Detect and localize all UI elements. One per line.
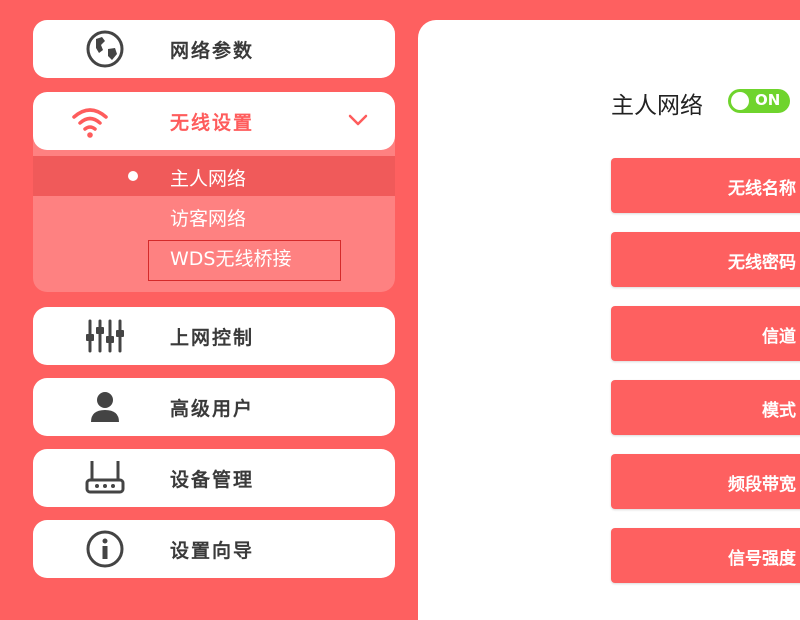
menu-advanced-users[interactable]: 高级用户 [33, 378, 395, 436]
sliders-icon [83, 314, 127, 358]
field-signal-strength[interactable]: 信号强度 [611, 528, 800, 583]
field-signal-strength-label: 信号强度 [728, 549, 796, 569]
toggle-label: ON [755, 91, 781, 109]
menu-network-params-label: 网络参数 [170, 40, 255, 62]
user-icon [83, 385, 127, 429]
field-channel[interactable]: 信道 [611, 306, 800, 361]
menu-device-management-label: 设备管理 [170, 469, 255, 491]
host-network-toggle[interactable]: ON [728, 89, 790, 113]
submenu-host-network[interactable]: 主人网络 [33, 156, 395, 196]
field-bandwidth-label: 频段带宽 [728, 475, 796, 495]
active-dot-icon [128, 171, 138, 181]
field-bandwidth[interactable]: 频段带宽 [611, 454, 800, 509]
field-wireless-password[interactable]: 无线密码 [611, 232, 800, 287]
chevron-down-icon[interactable] [347, 109, 369, 135]
submenu-host-network-label: 主人网络 [170, 168, 247, 190]
main-panel: 主人网络 ON 无线名称 无线密码 信道 模式 频段带宽 信号强度 [418, 20, 800, 620]
field-channel-label: 信道 [762, 327, 796, 347]
menu-setup-wizard-label: 设置向导 [170, 540, 255, 562]
menu-device-management[interactable]: 设备管理 [33, 449, 395, 507]
page-title: 主人网络 [611, 93, 703, 119]
menu-internet-control-label: 上网控制 [170, 327, 255, 349]
submenu-guest-network-label: 访客网络 [170, 208, 247, 230]
toggle-knob [731, 92, 749, 110]
menu-setup-wizard[interactable]: 设置向导 [33, 520, 395, 578]
field-mode-label: 模式 [762, 401, 796, 421]
menu-wireless-settings-label: 无线设置 [170, 112, 255, 134]
submenu-guest-network[interactable]: 访客网络 [33, 196, 395, 236]
menu-network-params[interactable]: 网络参数 [33, 20, 395, 78]
highlight-box [148, 240, 341, 281]
globe-icon [83, 27, 127, 71]
wifi-icon [68, 99, 112, 143]
menu-advanced-users-label: 高级用户 [170, 398, 255, 420]
field-wireless-password-label: 无线密码 [728, 253, 796, 273]
field-wireless-name-label: 无线名称 [728, 179, 796, 199]
wireless-settings-group: 无线设置 主人网络 访客网络 WDS无线桥接 [33, 92, 395, 292]
router-icon [83, 456, 127, 500]
field-mode[interactable]: 模式 [611, 380, 800, 435]
menu-wireless-settings[interactable]: 无线设置 [33, 92, 395, 150]
info-icon [83, 527, 127, 571]
menu-internet-control[interactable]: 上网控制 [33, 307, 395, 365]
field-wireless-name[interactable]: 无线名称 [611, 158, 800, 213]
